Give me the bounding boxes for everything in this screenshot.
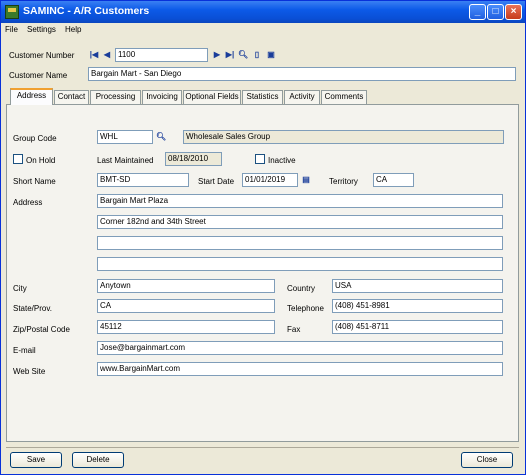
territory-label: Territory	[329, 177, 358, 186]
zip-input[interactable]: 45112	[97, 320, 275, 334]
country-label: Country	[287, 284, 316, 293]
last-record-icon[interactable]: ▶|	[225, 50, 235, 60]
email-label: E-mail	[13, 346, 36, 355]
address-line-1[interactable]: Bargain Mart Plaza	[97, 194, 503, 208]
menu-settings[interactable]: Settings	[27, 25, 56, 34]
state-input[interactable]: CA	[97, 299, 275, 313]
zoom-details-icon[interactable]: ▣	[266, 50, 276, 60]
menu-file[interactable]: File	[5, 25, 18, 34]
on-hold-checkbox[interactable]	[13, 154, 23, 164]
email-input[interactable]: Jose@bargainmart.com	[97, 341, 503, 355]
first-record-icon[interactable]: |◀	[89, 50, 99, 60]
menu-bar: File Settings Help	[1, 23, 525, 37]
tab-processing[interactable]: Processing	[90, 90, 141, 104]
last-maintained-field: 08/18/2010	[165, 152, 222, 166]
previous-record-icon[interactable]: ◀	[102, 50, 112, 60]
short-name-input[interactable]: BMT-SD	[97, 173, 189, 187]
website-label: Web Site	[13, 367, 46, 376]
calendar-icon[interactable]: ▤	[301, 175, 311, 185]
on-hold-label: On Hold	[26, 156, 56, 165]
group-description-field: Wholesale Sales Group	[183, 130, 504, 144]
fax-input[interactable]: (408) 451-8711	[332, 320, 503, 334]
telephone-label: Telephone	[287, 304, 324, 313]
start-date-input[interactable]: 01/01/2019	[242, 173, 298, 187]
app-icon	[5, 5, 19, 19]
state-label: State/Prov.	[13, 304, 52, 313]
title-bar[interactable]: SAMINC - A/R Customers _ □ ×	[1, 1, 525, 23]
new-document-icon[interactable]: ▯	[252, 50, 262, 60]
next-record-icon[interactable]: ▶	[212, 50, 222, 60]
short-name-label: Short Name	[13, 177, 56, 186]
close-window-button[interactable]: ×	[505, 4, 522, 20]
customer-number-label: Customer Number	[9, 51, 75, 60]
address-line-2[interactable]: Corner 182nd and 34th Street	[97, 215, 503, 229]
group-code-input[interactable]: WHL	[97, 130, 153, 144]
address-label: Address	[13, 198, 43, 207]
window-title: SAMINC - A/R Customers	[23, 5, 150, 17]
footer-divider	[6, 447, 519, 448]
territory-input[interactable]: CA	[373, 173, 414, 187]
tab-statistics[interactable]: Statistics	[242, 90, 283, 104]
city-label: City	[13, 284, 27, 293]
country-input[interactable]: USA	[332, 279, 503, 293]
website-input[interactable]: www.BargainMart.com	[97, 362, 503, 376]
tab-contact[interactable]: Contact	[54, 90, 89, 104]
save-button[interactable]: Save	[10, 452, 62, 468]
start-date-label: Start Date	[198, 177, 235, 186]
delete-button[interactable]: Delete	[72, 452, 124, 468]
telephone-input[interactable]: (408) 451-8981	[332, 299, 503, 313]
customer-name-input[interactable]: Bargain Mart - San Diego	[88, 67, 516, 81]
maximize-button[interactable]: □	[487, 4, 504, 20]
tab-activity[interactable]: Activity	[284, 90, 320, 104]
zip-label: Zip/Postal Code	[13, 325, 70, 334]
tab-address[interactable]: Address	[10, 88, 53, 105]
tab-invoicing[interactable]: Invoicing	[142, 90, 182, 104]
tab-comments[interactable]: Comments	[321, 90, 367, 104]
customer-window: SAMINC - A/R Customers _ □ × File Settin…	[0, 0, 526, 475]
inactive-label: Inactive	[268, 156, 296, 165]
group-code-label: Group Code	[13, 134, 57, 143]
minimize-button[interactable]: _	[469, 4, 486, 20]
address-line-4[interactable]	[97, 257, 503, 271]
inactive-checkbox[interactable]	[255, 154, 265, 164]
last-maintained-label: Last Maintained	[97, 156, 154, 165]
finder-search-icon[interactable]: 🔍︎	[238, 50, 248, 60]
customer-number-input[interactable]: 1100	[115, 48, 208, 62]
address-line-3[interactable]	[97, 236, 503, 250]
group-code-finder-icon[interactable]: 🔍︎	[156, 132, 166, 142]
fax-label: Fax	[287, 325, 301, 334]
city-input[interactable]: Anytown	[97, 279, 275, 293]
tab-optional-fields[interactable]: Optional Fields	[183, 90, 241, 104]
customer-name-label: Customer Name	[9, 71, 68, 80]
close-button[interactable]: Close	[461, 452, 513, 468]
menu-help[interactable]: Help	[65, 25, 81, 34]
